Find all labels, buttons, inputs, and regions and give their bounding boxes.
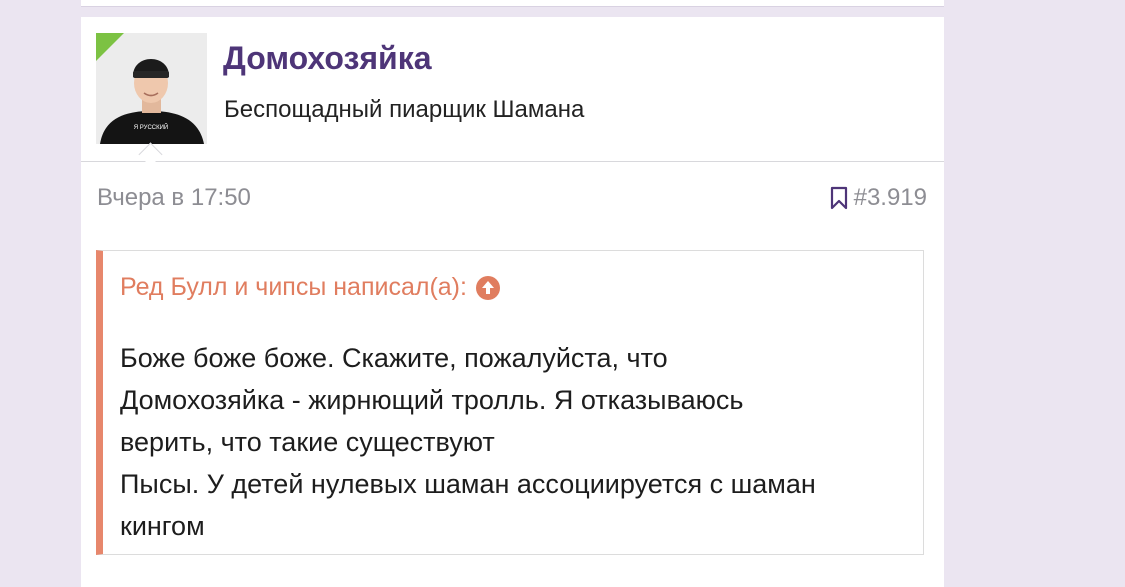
post-header: Я РУССКИЙ Домохозяйка Беспощадный пиарщи… (81, 17, 944, 167)
quote-line: верить, что такие существуют (120, 427, 495, 457)
quote-line: Боже боже боже. Скажите, пожалуйста, что (120, 343, 668, 373)
quote-line: Домохозяйка - жирнющий тролль. Я отказыв… (120, 385, 744, 415)
quote-text: Боже боже боже. Скажите, пожалуйста, что… (120, 337, 910, 547)
post-number: #3.919 (853, 184, 927, 211)
quote-block: Ред Булл и чипсы написал(а): Боже боже б… (96, 250, 924, 555)
bookmark-icon[interactable] (830, 186, 848, 210)
arrow-up-circle-icon[interactable] (475, 275, 501, 301)
forum-post: Я РУССКИЙ Домохозяйка Беспощадный пиарщи… (81, 17, 944, 587)
avatar-shirt-text: Я РУССКИЙ (134, 123, 168, 131)
header-pointer (138, 142, 163, 167)
quote-author-link[interactable]: Ред Булл и чипсы написал(а): (120, 273, 501, 302)
quote-line: кингом (120, 511, 205, 541)
author-title: Беспощадный пиарщик Шамана (224, 96, 585, 123)
previous-post-card (81, 0, 944, 7)
post-number-link[interactable]: #3.919 (830, 184, 927, 212)
quote-line: Пысы. У детей нулевых шаман ассоциируетс… (120, 469, 816, 499)
author-name[interactable]: Домохозяйка (223, 40, 432, 77)
quote-author-line: Ред Булл и чипсы написал(а): (120, 273, 467, 301)
post-date[interactable]: Вчера в 17:50 (97, 184, 251, 212)
avatar[interactable]: Я РУССКИЙ (96, 33, 207, 144)
